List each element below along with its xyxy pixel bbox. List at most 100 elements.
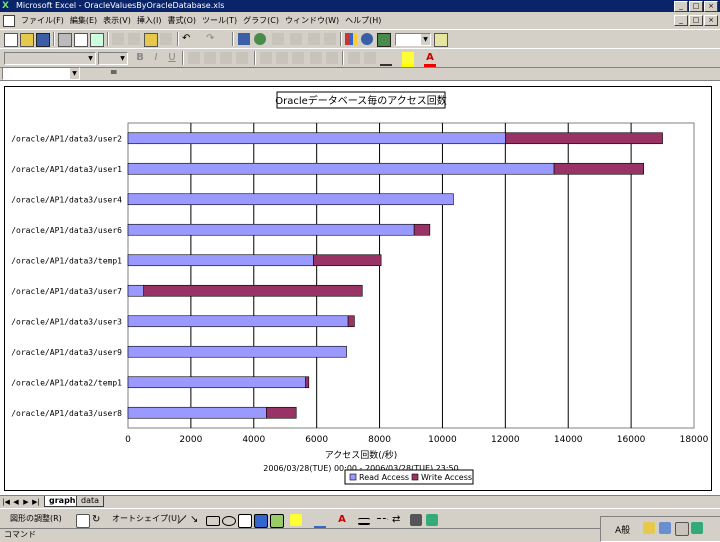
ime-pad-icon[interactable] (675, 522, 689, 536)
print-preview-icon[interactable] (74, 33, 88, 47)
clip-art-icon[interactable] (270, 514, 284, 528)
free-rotate-icon[interactable]: ↻ (92, 514, 104, 526)
chart-area[interactable]: Oracleデータベース毎のアクセス回数 0 2000 4000 6000 8000 100… (4, 86, 712, 491)
maximize-button[interactable]: □ (689, 1, 703, 12)
stacked-bar-chart[interactable]: Oracleデータベース毎のアクセス回数 0 2000 4000 6000 8000 100… (5, 87, 711, 490)
last-sheet-button[interactable]: ▶| (32, 497, 40, 507)
arrow-style-icon[interactable]: ⇄ (392, 514, 404, 526)
font-color-icon[interactable]: A (424, 52, 436, 67)
paste-icon[interactable] (144, 33, 158, 47)
chart-wizard-icon[interactable] (345, 33, 357, 45)
underline-icon[interactable]: U (166, 52, 178, 64)
document-icon[interactable] (3, 15, 15, 27)
menu-help[interactable]: ヘルプ(H) (342, 13, 384, 28)
oval-icon[interactable] (222, 516, 236, 526)
menu-edit[interactable]: 編集(E) (67, 13, 100, 28)
menu-tools[interactable]: ツール(T) (199, 13, 240, 28)
bar-write-access (313, 254, 382, 267)
rectangle-icon[interactable] (206, 516, 220, 526)
arrow-icon[interactable]: ↘ (190, 514, 202, 526)
web-toolbar-icon[interactable] (254, 33, 266, 45)
align-center-icon[interactable] (204, 52, 216, 64)
select-objects-icon[interactable] (76, 514, 90, 528)
print-icon[interactable] (58, 33, 72, 47)
3d-icon[interactable] (426, 514, 438, 526)
dash-style-icon[interactable] (376, 518, 388, 523)
percent-icon[interactable] (276, 52, 288, 64)
merge-center-icon[interactable] (236, 52, 248, 64)
doc-restore-button[interactable]: □ (689, 15, 703, 26)
text-box-icon[interactable] (238, 514, 252, 528)
doc-minimize-button[interactable]: _ (674, 15, 688, 26)
menu-chart[interactable]: グラフ(C) (240, 13, 282, 28)
minimize-button[interactable]: _ (674, 1, 688, 12)
excel-app-icon[interactable]: X (2, 1, 12, 11)
sort-descending-icon[interactable] (324, 33, 336, 45)
menu-file[interactable]: ファイル(F) (18, 13, 67, 28)
new-icon[interactable] (4, 33, 18, 47)
zoom-combo[interactable]: ▼ (395, 33, 431, 46)
sort-ascending-icon[interactable] (308, 33, 320, 45)
autosum-icon[interactable] (272, 33, 284, 45)
line-style-icon[interactable] (358, 518, 370, 525)
increase-decimal-icon[interactable] (310, 52, 322, 64)
chevron-down-icon[interactable]: ▼ (86, 53, 95, 64)
menu-window[interactable]: ウィンドウ(W) (282, 13, 342, 28)
drawing-icon[interactable] (377, 33, 391, 47)
save-icon[interactable] (36, 33, 50, 47)
line-color-icon[interactable] (314, 514, 326, 529)
ime-dictionary-icon[interactable] (659, 522, 671, 534)
chevron-down-icon[interactable]: ▼ (118, 53, 127, 64)
function-icon[interactable] (290, 33, 302, 45)
bar-write-access (413, 223, 431, 236)
bold-icon[interactable]: B (134, 52, 146, 64)
redo-icon[interactable]: ↷ (206, 33, 218, 45)
prev-sheet-button[interactable]: ◀ (12, 497, 20, 507)
tab-data[interactable]: data (76, 496, 105, 507)
fill-color-icon[interactable] (402, 52, 414, 67)
spelling-icon[interactable] (90, 33, 104, 47)
italic-icon[interactable]: I (150, 52, 162, 64)
decrease-decimal-icon[interactable] (326, 52, 338, 64)
comma-icon[interactable] (292, 52, 304, 64)
menu-format[interactable]: 書式(O) (164, 13, 199, 28)
borders-icon[interactable] (380, 52, 392, 66)
undo-icon[interactable]: ↶ (182, 33, 194, 45)
draw-menu-button[interactable]: 図形の調整(R) (10, 513, 62, 524)
name-box[interactable]: ▼ (2, 67, 80, 80)
first-sheet-button[interactable]: |◀ (2, 497, 10, 507)
font-size-combo[interactable]: ▼ (98, 52, 128, 65)
y-tick-label: /oracle/AP1/data3/user9 (11, 348, 122, 357)
bar-write-access (143, 284, 363, 297)
next-sheet-button[interactable]: ▶ (22, 497, 30, 507)
autoshapes-menu-button[interactable]: オートシェイプ(U) (112, 513, 180, 524)
currency-icon[interactable] (260, 52, 272, 64)
open-icon[interactable] (20, 33, 34, 47)
wordart-icon[interactable] (254, 514, 268, 528)
ime-help-icon[interactable] (691, 522, 703, 534)
fill-color-icon[interactable] (290, 514, 302, 526)
map-icon[interactable] (361, 33, 373, 45)
chevron-down-icon[interactable]: ▼ (421, 34, 430, 45)
copy-icon[interactable] (128, 33, 140, 45)
ime-toolbar-icon[interactable] (643, 522, 655, 534)
chevron-down-icon[interactable]: ▼ (70, 68, 79, 79)
doc-close-button[interactable]: × (704, 15, 718, 26)
decrease-indent-icon[interactable] (348, 52, 360, 64)
align-right-icon[interactable] (220, 52, 232, 64)
menu-view[interactable]: 表示(V) (100, 13, 134, 28)
formula-bar: ▼ = (0, 66, 720, 80)
shadow-icon[interactable] (410, 514, 422, 526)
bar-read-access (127, 254, 314, 267)
ime-mode-label[interactable]: A般 (615, 523, 630, 536)
align-left-icon[interactable] (188, 52, 200, 64)
office-assistant-icon[interactable] (434, 33, 448, 47)
format-painter-icon[interactable] (160, 33, 172, 45)
font-name-combo[interactable]: ▼ (4, 52, 96, 65)
menu-insert[interactable]: 挿入(I) (134, 13, 165, 28)
font-color-icon[interactable]: A (336, 514, 348, 526)
cut-icon[interactable] (112, 33, 124, 45)
close-button[interactable]: × (704, 1, 718, 12)
increase-indent-icon[interactable] (364, 52, 376, 64)
hyperlink-icon[interactable] (238, 33, 250, 45)
